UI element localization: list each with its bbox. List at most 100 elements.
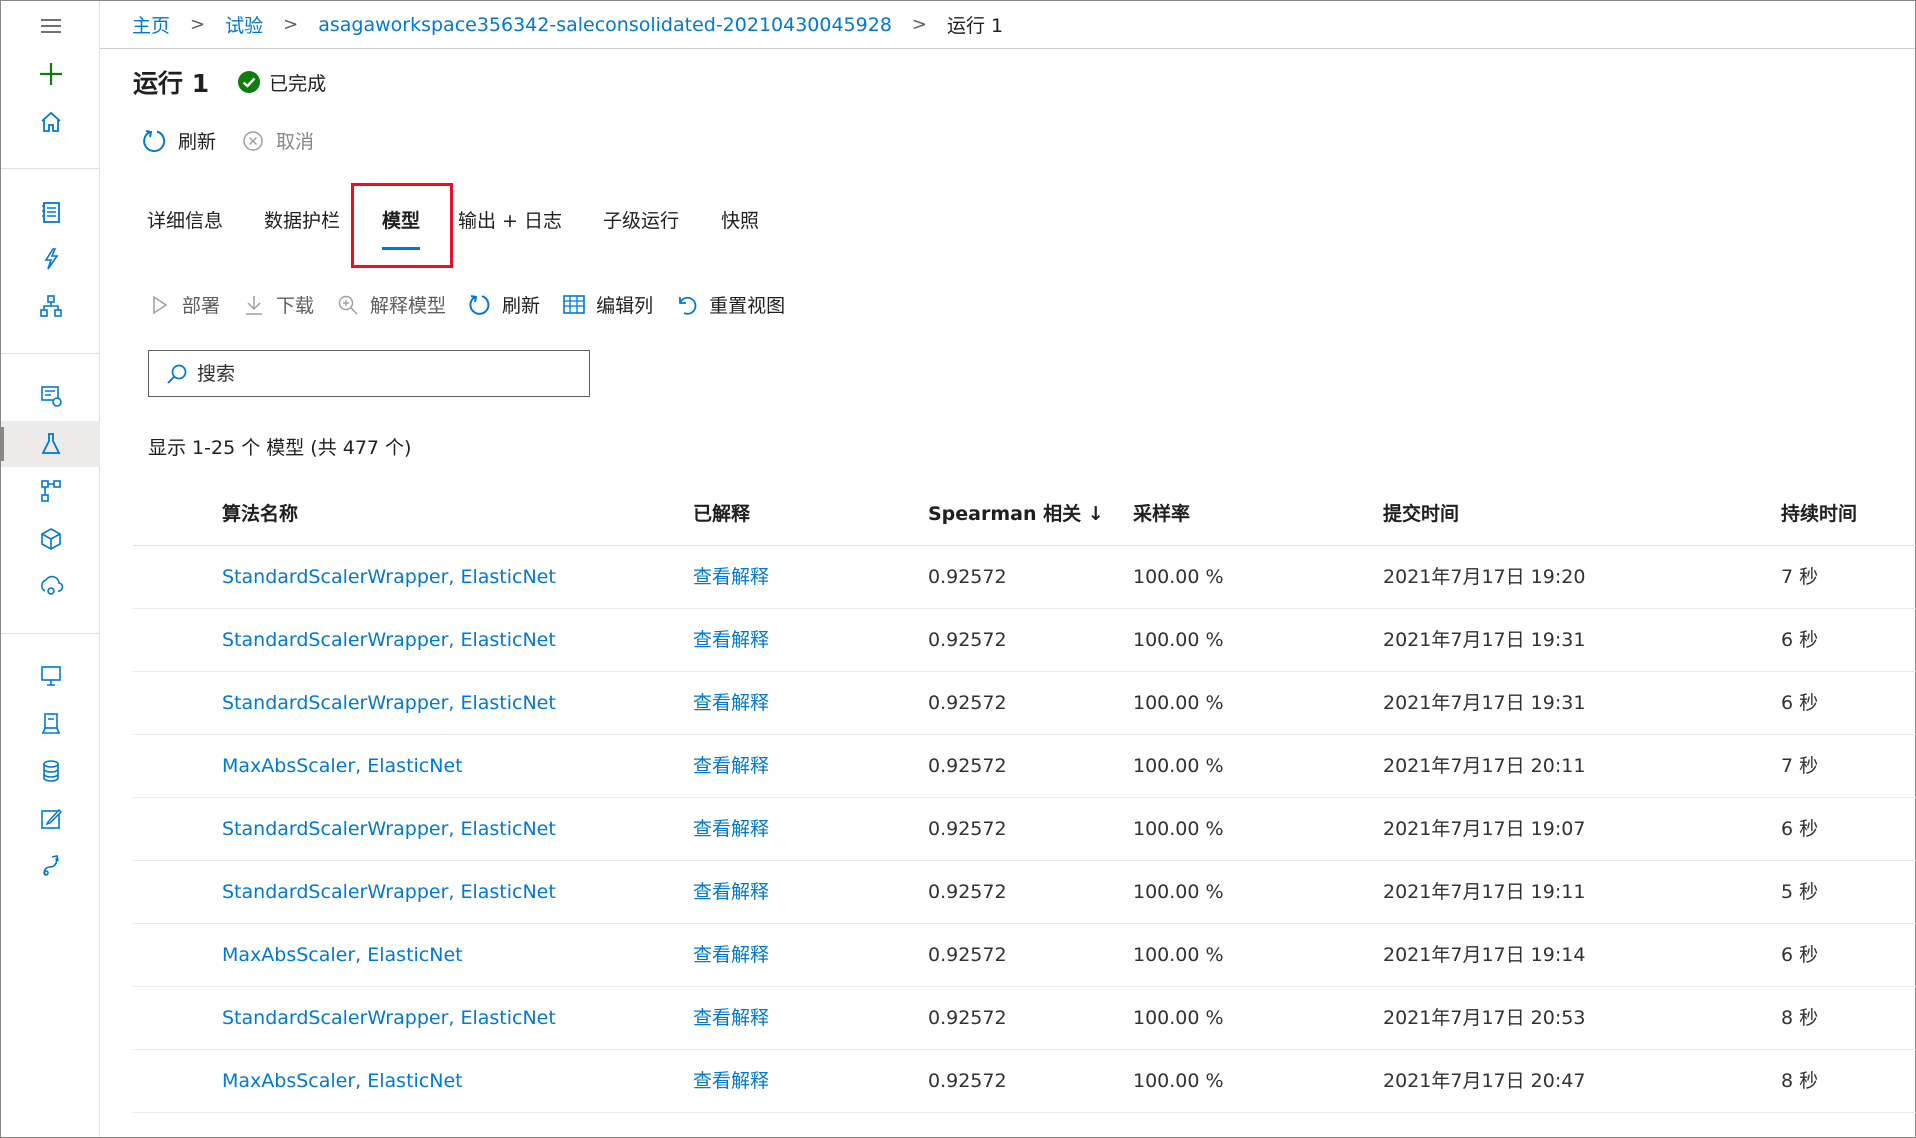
models-icon[interactable]	[1, 516, 100, 562]
duration-value: 7 秒	[1781, 755, 1819, 777]
algorithm-name-link[interactable]: StandardScalerWrapper, ElasticNet	[222, 672, 556, 735]
tab-outputs-logs[interactable]: 输出 + 日志	[458, 190, 562, 250]
explain-model-label: 解释模型	[370, 295, 447, 317]
title-row: 运行 1 已完成	[133, 64, 326, 100]
sampling-value: 100.00 %	[1133, 944, 1224, 966]
sampling-value: 100.00 %	[1133, 566, 1224, 588]
duration-value: 5 秒	[1781, 881, 1819, 903]
home-icon[interactable]	[1, 99, 100, 145]
view-explanation-link[interactable]: 查看解释	[693, 798, 769, 861]
algorithm-name-link[interactable]: StandardScalerWrapper, ElasticNet	[222, 987, 556, 1050]
cancel-run-button[interactable]: 取消	[240, 127, 314, 154]
pipelines-icon[interactable]	[1, 468, 100, 514]
algorithm-name-link[interactable]: StandardScalerWrapper, ElasticNet	[222, 609, 556, 672]
algorithm-name-link[interactable]: MaxAbsScaler, ElasticNet	[222, 924, 463, 987]
algorithm-name-link[interactable]: MaxAbsScaler, ElasticNet	[222, 1050, 463, 1113]
refresh-icon	[469, 294, 490, 315]
tab-snapshot[interactable]: 快照	[721, 190, 759, 250]
rail-divider	[1, 168, 100, 169]
sampling-value: 100.00 %	[1133, 1070, 1224, 1092]
datasets-icon[interactable]	[1, 373, 100, 419]
submitted-time: 2021年7月17日 19:31	[1383, 629, 1586, 651]
automl-icon[interactable]	[1, 236, 100, 282]
column-header-spearman[interactable]: Spearman 相关 ↓	[928, 483, 1104, 546]
tab-models[interactable]: 模型	[382, 190, 421, 250]
column-header-duration[interactable]: 持续时间	[1781, 483, 1857, 546]
chevron-right-icon: >	[911, 14, 928, 35]
table-row[interactable]: StandardScalerWrapper, ElasticNet 查看解释 0.9…	[133, 672, 1916, 735]
algorithm-name-link[interactable]: StandardScalerWrapper, ElasticNet	[222, 861, 556, 924]
view-explanation-link[interactable]: 查看解释	[693, 987, 769, 1050]
environments-icon[interactable]	[1, 701, 100, 747]
table-header: 算法名称 已解释 Spearman 相关 ↓ 采样率 提交时间 持续时间	[133, 483, 1916, 546]
compute-icon[interactable]	[1, 653, 100, 699]
column-header-submitted[interactable]: 提交时间	[1383, 483, 1459, 546]
tab-models-label: 模型	[382, 210, 421, 232]
download-button[interactable]: 下载	[242, 291, 314, 318]
table-edit-icon	[563, 294, 585, 314]
spearman-value: 0.92572	[928, 755, 1007, 777]
algorithm-name-link[interactable]: MaxAbsScaler, ElasticNet	[222, 735, 463, 798]
edit-columns-label: 编辑列	[596, 295, 654, 317]
breadcrumb-experiments[interactable]: 试验	[225, 11, 263, 38]
submitted-time: 2021年7月17日 20:53	[1383, 1007, 1586, 1029]
algorithm-name-link[interactable]: StandardScalerWrapper, ElasticNet	[222, 546, 556, 609]
algorithm-name-link[interactable]: StandardScalerWrapper, ElasticNet	[222, 798, 556, 861]
experiments-icon[interactable]	[1, 421, 100, 467]
notebook-icon[interactable]	[1, 189, 100, 235]
table-row[interactable]: StandardScalerWrapper, ElasticNet 查看解释 0.9…	[133, 987, 1916, 1050]
refresh-models-button[interactable]: 刷新	[468, 291, 540, 318]
cancel-run-label: 取消	[276, 131, 315, 153]
search-input[interactable]	[197, 362, 577, 385]
table-row[interactable]: StandardScalerWrapper, ElasticNet 查看解释 0.9…	[133, 798, 1916, 861]
column-header-algorithm[interactable]: 算法名称	[222, 483, 298, 546]
duration-value: 8 秒	[1781, 1007, 1819, 1029]
chevron-right-icon: >	[190, 14, 206, 35]
tab-data-guardrails-label: 数据护栏	[264, 210, 341, 232]
endpoints-icon[interactable]	[1, 563, 100, 609]
breadcrumb-experiment-name[interactable]: asagaworkspace356342-saleconsolidated-20…	[318, 14, 892, 36]
status-text: 已完成	[269, 72, 327, 95]
refresh-run-button[interactable]: 刷新	[142, 127, 216, 154]
view-explanation-link[interactable]: 查看解释	[693, 861, 769, 924]
table-row[interactable]: MaxAbsScaler, ElasticNet 查看解释 0.92572 100.0…	[133, 1050, 1916, 1113]
deploy-button[interactable]: 部署	[148, 291, 220, 318]
view-explanation-link[interactable]: 查看解释	[693, 672, 769, 735]
edit-columns-button[interactable]: 编辑列	[562, 291, 653, 318]
tab-details-label: 详细信息	[147, 210, 224, 232]
explain-model-button[interactable]: 解释模型	[336, 291, 446, 318]
table-row[interactable]: MaxAbsScaler, ElasticNet 查看解释 0.92572 100.0…	[133, 924, 1916, 987]
table-row[interactable]: StandardScalerWrapper, ElasticNet 查看解释 0.9…	[133, 546, 1916, 609]
tab-data-guardrails[interactable]: 数据护栏	[264, 190, 340, 250]
play-icon	[153, 295, 168, 314]
search-box[interactable]	[148, 350, 590, 397]
hamburger-icon[interactable]	[1, 3, 100, 49]
page-title: 运行 1	[133, 69, 210, 98]
zoom-in-icon	[338, 295, 358, 315]
table-row[interactable]: StandardScalerWrapper, ElasticNet 查看解释 0.9…	[133, 609, 1916, 672]
spearman-value: 0.92572	[928, 818, 1007, 840]
column-header-explained[interactable]: 已解释	[693, 483, 750, 546]
data-labeling-icon[interactable]	[1, 796, 100, 842]
tab-child-runs[interactable]: 子级运行	[603, 190, 679, 250]
sampling-value: 100.00 %	[1133, 818, 1224, 840]
column-header-sampling[interactable]: 采样率	[1133, 483, 1190, 546]
view-explanation-link[interactable]: 查看解释	[693, 924, 769, 987]
linked-services-icon[interactable]	[1, 843, 100, 889]
models-table: 算法名称 已解释 Spearman 相关 ↓ 采样率 提交时间 持续时间 Sta…	[133, 483, 1916, 1113]
tab-details[interactable]: 详细信息	[147, 190, 223, 250]
view-explanation-link[interactable]: 查看解释	[693, 609, 769, 672]
view-explanation-link[interactable]: 查看解释	[693, 546, 769, 609]
breadcrumb-home[interactable]: 主页	[132, 11, 170, 38]
submitted-time: 2021年7月17日 19:14	[1383, 944, 1586, 966]
breadcrumb-current: 运行 1	[947, 15, 1004, 37]
table-row[interactable]: StandardScalerWrapper, ElasticNet 查看解释 0.9…	[133, 861, 1916, 924]
reset-view-button[interactable]: 重置视图	[675, 291, 785, 318]
tab-child-runs-label: 子级运行	[603, 210, 680, 232]
datastores-icon[interactable]	[1, 748, 100, 794]
table-row[interactable]: MaxAbsScaler, ElasticNet 查看解释 0.92572 100.0…	[133, 735, 1916, 798]
designer-icon[interactable]	[1, 283, 100, 329]
view-explanation-link[interactable]: 查看解释	[693, 1050, 769, 1113]
add-icon[interactable]	[1, 51, 100, 97]
view-explanation-link[interactable]: 查看解释	[693, 735, 769, 798]
